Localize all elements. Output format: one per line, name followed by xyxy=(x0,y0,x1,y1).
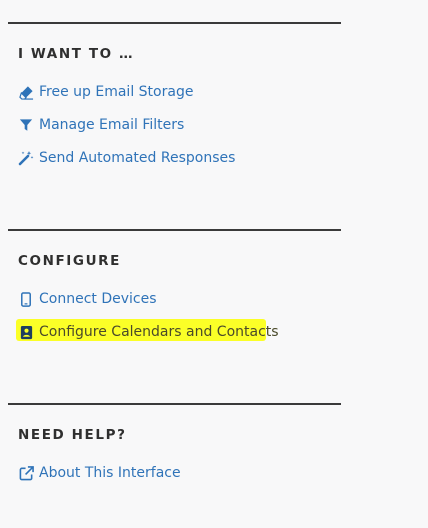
link-label: Free up Email Storage xyxy=(39,84,194,100)
section-i-want-to: I WANT TO … Free up Email Storage Manage… xyxy=(8,22,341,174)
eraser-icon xyxy=(18,84,34,100)
manage-email-filters-link[interactable]: Manage Email Filters xyxy=(18,114,184,136)
link-label: Send Automated Responses xyxy=(39,150,236,166)
about-this-interface-link[interactable]: About This Interface xyxy=(18,462,181,484)
address-book-icon xyxy=(18,324,34,340)
section-configure: CONFIGURE Connect Devices Configure Cale… xyxy=(8,229,341,381)
free-up-email-storage-link[interactable]: Free up Email Storage xyxy=(18,81,193,103)
send-automated-responses-link[interactable]: Send Automated Responses xyxy=(18,147,235,169)
link-label: Configure Calendars and Contacts xyxy=(39,324,279,340)
configure-calendars-and-contacts-link[interactable]: Configure Calendars and Contacts xyxy=(18,321,279,343)
external-link-icon xyxy=(18,465,34,481)
magic-wand-icon xyxy=(18,150,34,166)
section-heading: NEED HELP? xyxy=(18,427,127,443)
link-label: Connect Devices xyxy=(39,291,157,307)
filter-icon xyxy=(18,117,34,133)
link-label: About This Interface xyxy=(39,465,181,481)
section-heading: CONFIGURE xyxy=(18,253,121,269)
section-heading: I WANT TO … xyxy=(18,46,135,62)
connect-devices-link[interactable]: Connect Devices xyxy=(18,288,157,310)
link-label: Manage Email Filters xyxy=(39,117,185,133)
mobile-phone-icon xyxy=(18,291,34,307)
section-need-help: NEED HELP? About This Interface xyxy=(8,403,341,525)
